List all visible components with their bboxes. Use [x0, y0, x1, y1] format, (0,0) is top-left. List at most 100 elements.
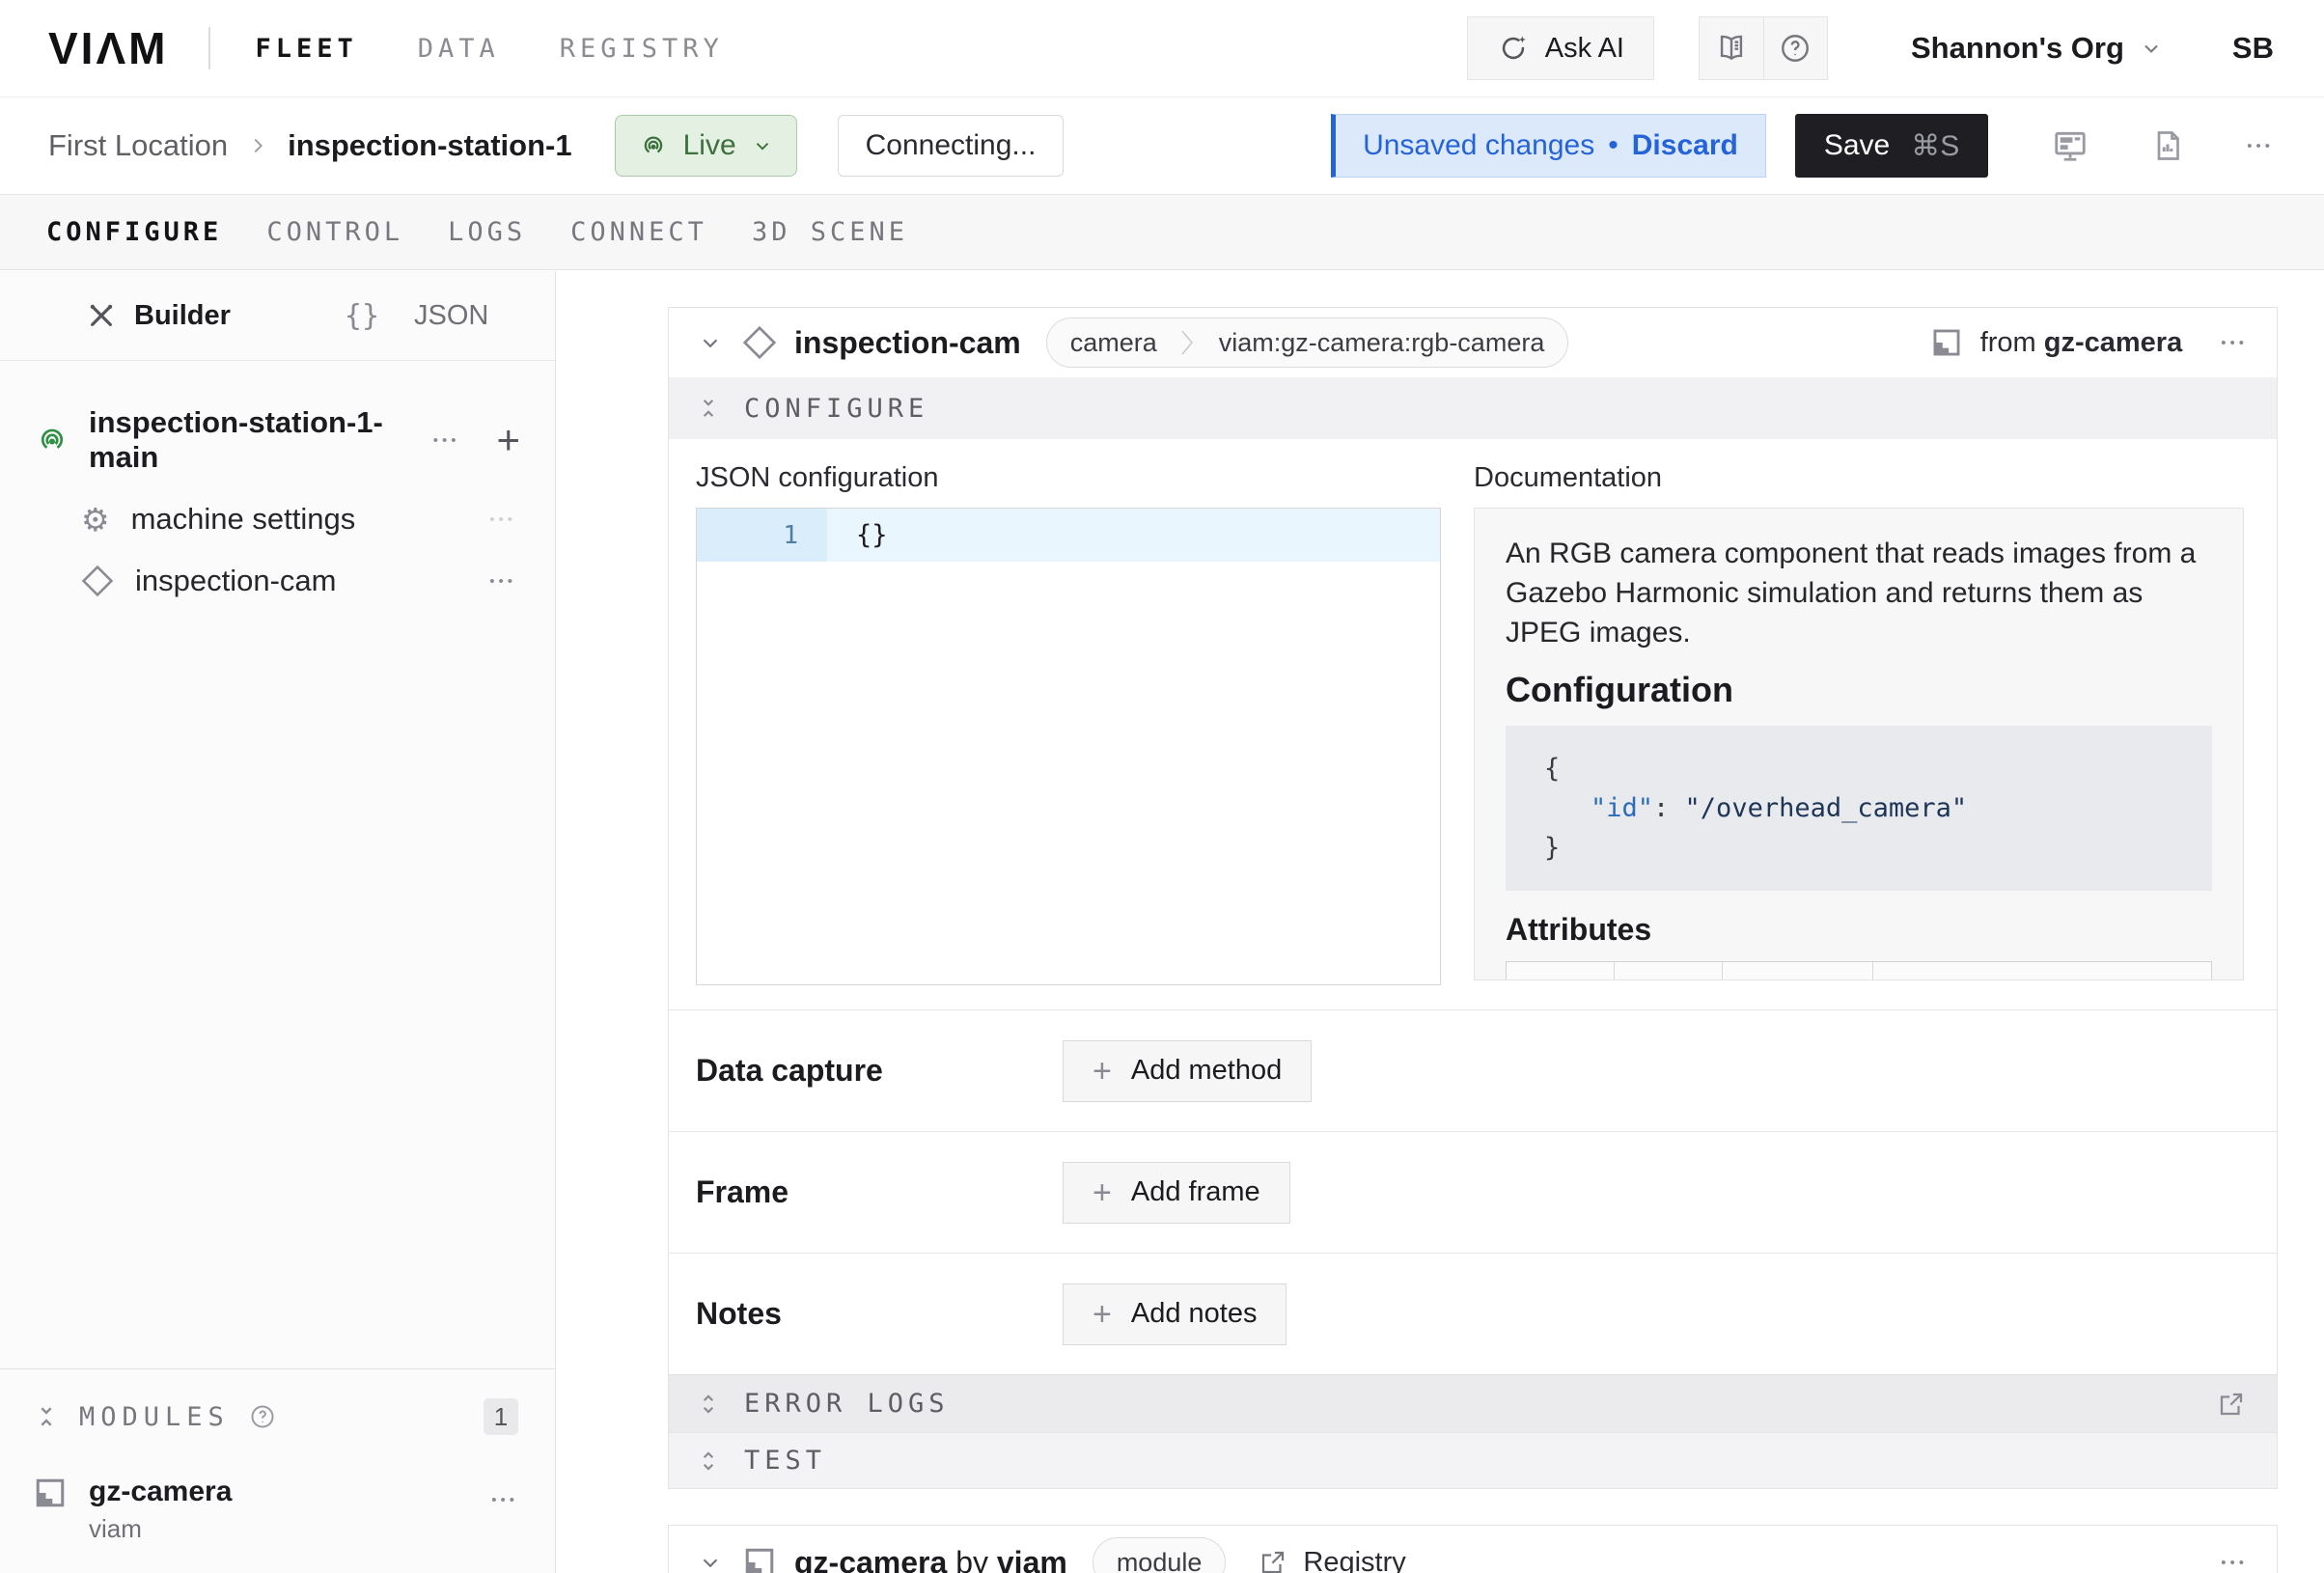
- module-name: gz-camera: [89, 1476, 232, 1508]
- primary-nav: FLEET DATA REGISTRY: [255, 34, 723, 64]
- from-module: from gz-camera: [1930, 326, 2183, 359]
- documentation-label: Documentation: [1474, 462, 2244, 494]
- file-chart-icon[interactable]: [2150, 128, 2185, 163]
- chevron-down-icon: [2140, 37, 2163, 60]
- editor-line: 1 {}: [697, 509, 1440, 562]
- live-status-dropdown[interactable]: Live: [615, 115, 797, 177]
- nav-registry[interactable]: REGISTRY: [560, 34, 724, 64]
- json-mode-toggle[interactable]: {} JSON: [345, 299, 488, 333]
- org-name: Shannon's Org: [1911, 31, 2124, 66]
- braces-icon: {}: [345, 299, 379, 333]
- configure-section-bar[interactable]: CONFIGURE: [669, 377, 2277, 439]
- module-tag-pill: module: [1093, 1537, 1227, 1573]
- org-switcher[interactable]: Shannon's Org: [1911, 31, 2163, 66]
- config-sidebar: Builder {} JSON inspection: [0, 271, 556, 1573]
- machine-name: inspection-station-1: [288, 128, 572, 163]
- json-config-editor[interactable]: 1 {}: [696, 508, 1441, 985]
- json-config-column: JSON configuration 1 {}: [696, 462, 1441, 985]
- help-question-icon[interactable]: [1763, 17, 1827, 79]
- tree-item-machine-settings[interactable]: ⚙ machine settings: [0, 488, 555, 550]
- add-component-button[interactable]: [496, 420, 520, 460]
- tab-control[interactable]: CONTROL: [266, 217, 403, 247]
- json-label: JSON: [414, 300, 488, 332]
- machine-tabs: CONFIGURE CONTROL LOGS CONNECT 3D SCENE: [0, 195, 2324, 270]
- editor-code: {}: [827, 509, 1440, 562]
- module-icon: [742, 1545, 777, 1573]
- component-title: inspection-cam: [794, 325, 1021, 361]
- breadcrumb-chevron-icon: [247, 135, 268, 156]
- save-label: Save: [1824, 129, 1890, 162]
- code-line-open: {: [1544, 749, 2212, 788]
- attributes-table: [1506, 961, 2212, 980]
- modules-title: MODULES: [79, 1402, 230, 1432]
- breadcrumb-location[interactable]: First Location: [48, 128, 228, 163]
- connection-status-button[interactable]: Connecting...: [838, 115, 1065, 177]
- unsaved-changes-banner: Unsaved changes • Discard: [1331, 114, 1766, 178]
- component-type-tags: camera viam:gz-camera:rgb-camera: [1046, 317, 1569, 368]
- tab-connect[interactable]: CONNECT: [570, 217, 707, 247]
- error-logs-bar[interactable]: ERROR LOGS: [669, 1374, 2277, 1432]
- component-menu-icon[interactable]: [2221, 336, 2248, 350]
- documentation-column: Documentation An RGB camera component th…: [1474, 462, 2244, 985]
- code-line-close: }: [1544, 828, 2212, 868]
- page-body: Builder {} JSON inspection: [0, 271, 2324, 1573]
- avatar[interactable]: SB: [2232, 31, 2274, 66]
- json-config-label: JSON configuration: [696, 462, 1441, 494]
- help-icon-group: [1699, 16, 1828, 80]
- part-broadcast-icon: [35, 423, 69, 457]
- item-menu-icon[interactable]: [489, 512, 516, 527]
- live-label: Live: [683, 129, 736, 162]
- module-icon: [1930, 326, 1963, 359]
- data-capture-label: Data capture: [696, 1053, 1063, 1089]
- more-actions-icon[interactable]: [2247, 139, 2274, 153]
- modules-count-badge: 1: [484, 1398, 518, 1435]
- tree-part-row[interactable]: inspection-station-1-main: [0, 392, 555, 488]
- module-card-menu-icon[interactable]: [2221, 1556, 2248, 1570]
- test-label: TEST: [744, 1446, 826, 1476]
- module-list-item[interactable]: gz-camera viam: [33, 1476, 518, 1544]
- monitor-icon[interactable]: [2052, 127, 2089, 164]
- part-menu-icon[interactable]: [433, 433, 460, 448]
- discard-button[interactable]: Discard: [1632, 129, 1738, 162]
- collapse-icon[interactable]: [33, 1403, 60, 1430]
- help-circle-icon[interactable]: [249, 1403, 276, 1430]
- add-method-button[interactable]: Add method: [1063, 1040, 1312, 1102]
- item-menu-icon[interactable]: [489, 574, 516, 589]
- ai-sparkle-icon: [1497, 32, 1530, 65]
- add-frame-button[interactable]: Add frame: [1063, 1162, 1290, 1224]
- unsaved-changes-label: Unsaved changes: [1363, 129, 1594, 162]
- top-bar: VIΛM FLEET DATA REGISTRY Ask AI: [0, 0, 2324, 97]
- diamond-icon: [742, 325, 777, 360]
- from-label: from: [1980, 327, 2044, 358]
- tab-configure[interactable]: CONFIGURE: [46, 217, 222, 247]
- plus-icon: [1093, 1176, 1112, 1209]
- tab-logs[interactable]: LOGS: [448, 217, 526, 247]
- data-capture-row: Data capture Add method: [669, 1009, 2277, 1131]
- plus-icon: [1093, 1298, 1112, 1331]
- nav-fleet[interactable]: FLEET: [255, 34, 357, 64]
- collapse-chevron-icon[interactable]: [698, 330, 723, 355]
- from-module-name: gz-camera: [2044, 327, 2182, 358]
- collapse-chevron-icon[interactable]: [698, 1550, 723, 1573]
- external-link-icon[interactable]: [2217, 1390, 2246, 1419]
- save-button[interactable]: Save ⌘S: [1795, 114, 1988, 178]
- viam-logo[interactable]: VIΛM: [48, 22, 168, 74]
- gear-icon: ⚙: [81, 504, 110, 536]
- tree-item-inspection-cam[interactable]: inspection-cam: [0, 550, 555, 612]
- documentation-panel: An RGB camera component that reads image…: [1474, 508, 2244, 980]
- save-shortcut: ⌘S: [1911, 129, 1959, 163]
- test-bar[interactable]: TEST: [669, 1432, 2277, 1488]
- builder-mode-toggle[interactable]: Builder: [86, 300, 231, 332]
- docs-book-icon[interactable]: [1700, 17, 1763, 79]
- ask-ai-button[interactable]: Ask AI: [1467, 16, 1654, 80]
- registry-link[interactable]: Registry: [1259, 1547, 1405, 1573]
- type-tag: camera: [1047, 328, 1180, 358]
- line-number: 1: [697, 509, 827, 562]
- modules-header: MODULES 1: [33, 1398, 518, 1435]
- module-icon: [33, 1476, 68, 1510]
- configure-section-body: JSON configuration 1 {} Documentation An…: [669, 439, 2277, 1009]
- module-menu-icon[interactable]: [491, 1493, 518, 1507]
- add-notes-button[interactable]: Add notes: [1063, 1283, 1286, 1345]
- nav-data[interactable]: DATA: [418, 34, 500, 64]
- tab-3d-scene[interactable]: 3D SCENE: [752, 217, 908, 247]
